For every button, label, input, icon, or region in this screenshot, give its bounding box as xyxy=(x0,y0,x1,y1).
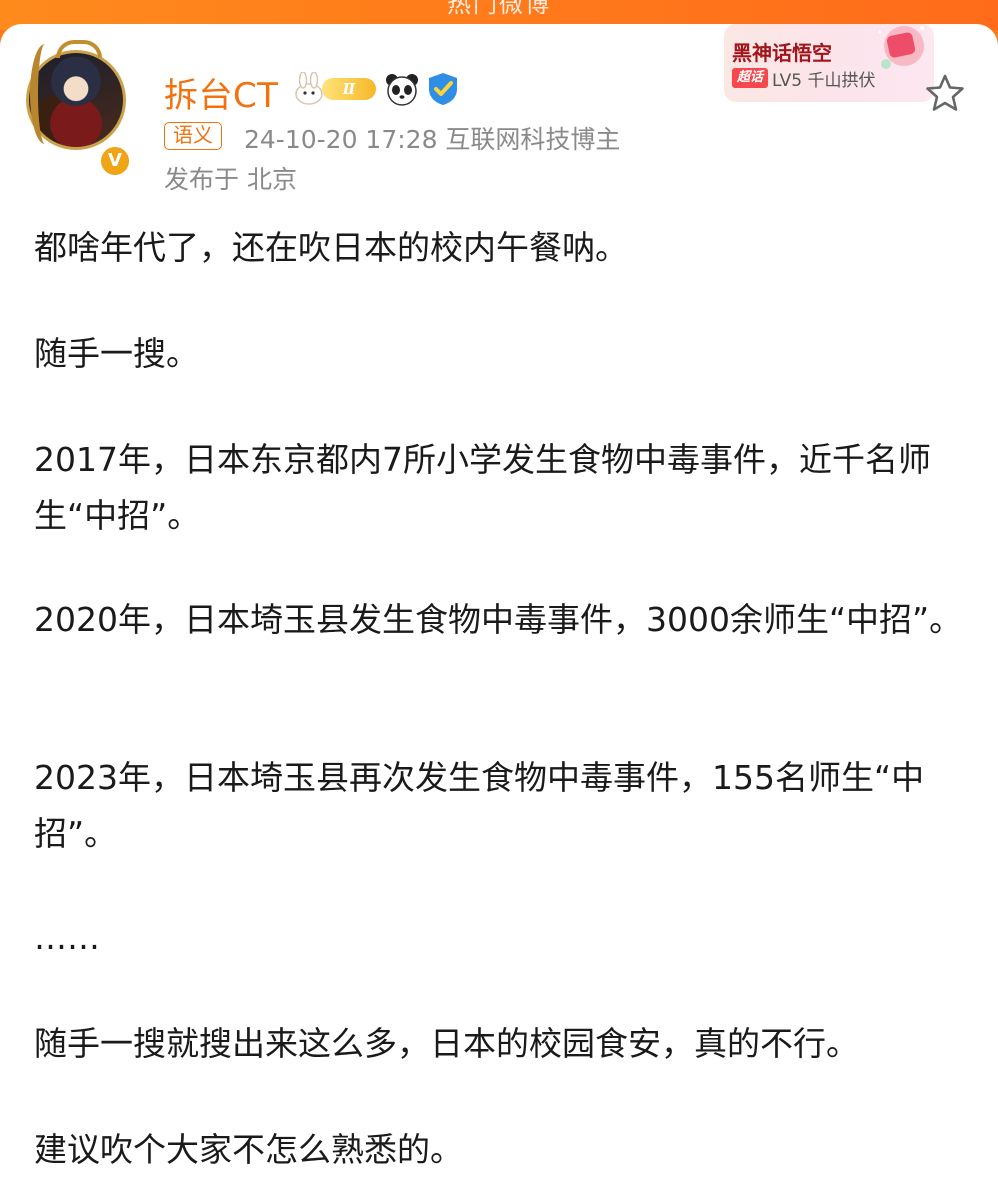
post-card: V 拆台CT Ⅱ 语义 24-10-20 17:28 互联网科技博主 发布于 北… xyxy=(0,24,998,1200)
panda-badge-icon[interactable] xyxy=(384,71,420,107)
shield-badge-icon[interactable] xyxy=(426,71,460,107)
post-paragraph: 随手一搜。 xyxy=(34,334,199,373)
semantic-tag[interactable]: 语义 xyxy=(164,122,222,150)
post-paragraph: 2020年，日本埼玉县发生食物中毒事件，3000余师生“中招”。 xyxy=(34,600,963,639)
top-banner-text: 热门微博 xyxy=(447,0,551,18)
user-level-badge[interactable]: Ⅱ xyxy=(322,78,376,100)
post-paragraph: 2023年，日本埼玉县再次发生食物中毒事件，155名师生“中招”。 xyxy=(34,758,925,853)
post-paragraph: 都啥年代了，还在吹日本的校内午餐呐。 xyxy=(34,228,628,267)
supertopic-card[interactable]: 黑神话悟空 超话 LV5 千山拱伏 xyxy=(724,24,934,102)
avatar-frame-decoration xyxy=(30,44,60,144)
verified-v-icon: V xyxy=(98,144,132,178)
post-paragraph: 建议吹个大家不怎么熟悉的。 xyxy=(34,1130,463,1169)
post-time-category: 24-10-20 17:28 互联网科技博主 xyxy=(244,125,621,154)
post-paragraph: 2017年，日本东京都内7所小学发生食物中毒事件，近千名师生“中招”。 xyxy=(34,440,931,535)
supertopic-tag: 超话 xyxy=(732,68,769,88)
author-name[interactable]: 拆台CT xyxy=(164,68,279,117)
post-paragraph: 随手一搜就搜出来这么多，日本的校园食安，真的不行。 xyxy=(34,1024,859,1063)
post-location: 发布于 北京 xyxy=(164,165,297,194)
post-paragraph: …… xyxy=(34,918,100,957)
author-avatar[interactable]: V xyxy=(22,40,134,178)
avatar-ornament xyxy=(56,40,102,58)
supertopic-level: LV5 千山拱伏 xyxy=(772,71,876,91)
supertopic-decoration-icon xyxy=(878,26,924,69)
supertopic-title: 黑神话悟空 xyxy=(732,41,832,65)
star-favorite-icon[interactable] xyxy=(924,72,966,114)
